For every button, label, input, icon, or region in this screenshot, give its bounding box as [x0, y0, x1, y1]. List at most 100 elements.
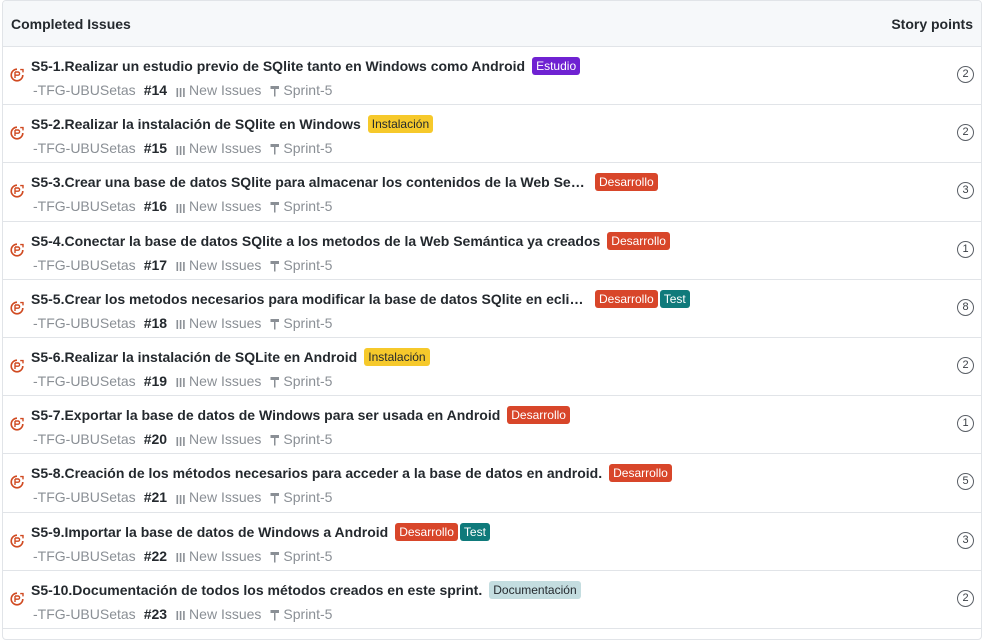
issue-row[interactable]: S5-5.Crear los metodos necesarios para m…: [3, 280, 981, 338]
issue-title-link[interactable]: S5-7.Exportar la base de datos de Window…: [31, 407, 500, 423]
issue-number[interactable]: #20: [144, 431, 167, 447]
issue-label[interactable]: Estudio: [532, 57, 581, 75]
issue-label[interactable]: Desarrollo: [607, 231, 670, 250]
issue-title-link[interactable]: S5-10.Documentación de todos los métodos…: [31, 582, 482, 598]
issue-label[interactable]: Test: [459, 522, 490, 541]
story-points-badge: 1: [957, 240, 974, 258]
issue-meta: -TFG-UBUSetas #23 New Issues Sprint-5: [33, 605, 332, 623]
issue-title-link[interactable]: S5-6.Realizar la instalación de SQLite e…: [31, 349, 357, 365]
repo-name: -TFG-UBUSetas: [33, 489, 136, 506]
repo-name: -TFG-UBUSetas: [33, 198, 136, 215]
story-points-badge: 5: [957, 473, 974, 491]
milestone-icon: [270, 142, 280, 155]
story-points-badge: 8: [957, 298, 974, 316]
closed-issue-icon: [10, 592, 24, 606]
pipeline-name: New Issues: [189, 140, 262, 157]
pipeline-name: New Issues: [189, 431, 262, 448]
issue-number[interactable]: #22: [144, 548, 167, 564]
closed-issue-icon: [10, 417, 24, 431]
issue-title-line: S5-2.Realizar la instalación de SQlite e…: [31, 114, 434, 134]
issue-number[interactable]: #15: [144, 140, 167, 156]
issue-title-link[interactable]: S5-3.Crear una base de datos SQlite para…: [31, 174, 588, 190]
milestone-icon: [270, 375, 280, 388]
issue-row[interactable]: S5-7.Exportar la base de datos de Window…: [3, 396, 981, 455]
pipeline-icon: [176, 492, 186, 504]
pipeline-name: New Issues: [189, 82, 262, 98]
repo-name: -TFG-UBUSetas: [33, 431, 136, 448]
issue-label[interactable]: Desarrollo: [395, 522, 458, 541]
milestone-icon: [270, 200, 280, 213]
closed-issue-icon: [10, 533, 24, 548]
pipeline-name: New Issues: [189, 605, 262, 622]
pipeline-icon: [176, 550, 186, 562]
repo-name: -TFG-UBUSetas: [33, 140, 136, 157]
pipeline-icon: [176, 143, 186, 155]
issue-label[interactable]: Instalación: [364, 347, 430, 366]
issue-meta: -TFG-UBUSetas #19 New Issues Sprint-5: [33, 372, 332, 390]
story-points-badge: 2: [957, 124, 974, 142]
issue-row[interactable]: S5-2.Realizar la instalación de SQlite e…: [3, 105, 981, 164]
milestone-name: Sprint-5: [283, 256, 333, 273]
completed-issues-panel: Completed Issues Story points S5-1.Reali…: [2, 0, 982, 640]
issue-row[interactable]: S5-3.Crear una base de datos SQlite para…: [3, 163, 981, 222]
issue-row[interactable]: S5-6.Realizar la instalación de SQLite e…: [3, 338, 981, 397]
issue-number[interactable]: #16: [144, 198, 167, 214]
issue-list: S5-1.Realizar un estudio previo de SQlit…: [3, 47, 981, 629]
issue-label[interactable]: Documentación: [489, 580, 581, 599]
milestone-icon: [270, 317, 280, 330]
closed-issue-icon: [10, 475, 24, 489]
issue-row[interactable]: S5-9.Importar la base de datos de Window…: [3, 513, 981, 571]
story-points-heading: Story points: [891, 15, 973, 32]
milestone-name: Sprint-5: [283, 82, 333, 98]
issue-title-line: S5-5.Crear los metodos necesarios para m…: [31, 289, 690, 309]
story-points-badge: 3: [957, 531, 974, 549]
issue-label[interactable]: Desarrollo: [595, 173, 658, 192]
issue-row[interactable]: S5-4.Conectar la base de datos SQlite a …: [3, 222, 981, 280]
issue-row[interactable]: S5-10.Documentación de todos los métodos…: [3, 571, 981, 629]
issue-title-line: S5-4.Conectar la base de datos SQlite a …: [31, 231, 670, 251]
issue-title-link[interactable]: S5-8.Creación de los métodos necesarios …: [31, 465, 602, 481]
story-points-badge: 3: [957, 182, 974, 200]
repo-name: -TFG-UBUSetas: [33, 82, 136, 98]
repo-name: -TFG-UBUSetas: [33, 314, 136, 331]
story-points-badge: 2: [957, 589, 974, 607]
issue-number[interactable]: #17: [144, 257, 167, 273]
panel-header: Completed Issues Story points: [3, 1, 981, 47]
pipeline-icon: [176, 434, 186, 446]
milestone-name: Sprint-5: [283, 431, 333, 448]
issue-meta: -TFG-UBUSetas #16 New Issues Sprint-5: [33, 197, 332, 215]
issue-title-link[interactable]: S5-9.Importar la base de datos de Window…: [31, 524, 388, 540]
milestone-name: Sprint-5: [283, 372, 333, 389]
issue-label[interactable]: Test: [659, 289, 690, 308]
issue-number[interactable]: #19: [144, 373, 167, 389]
pipeline-name: New Issues: [189, 256, 262, 273]
issue-title-link[interactable]: S5-2.Realizar la instalación de SQlite e…: [31, 116, 361, 132]
issue-number[interactable]: #18: [144, 315, 167, 331]
milestone-icon: [270, 433, 280, 446]
milestone-icon: [270, 84, 280, 97]
issue-row[interactable]: S5-8.Creación de los métodos necesarios …: [3, 454, 981, 513]
issue-title-line: S5-9.Importar la base de datos de Window…: [31, 522, 490, 542]
issue-label[interactable]: Instalación: [367, 115, 434, 134]
pipeline-name: New Issues: [189, 489, 262, 506]
closed-issue-icon: [10, 126, 24, 140]
issue-number[interactable]: #14: [144, 82, 167, 98]
issue-title-line: S5-7.Exportar la base de datos de Window…: [31, 405, 570, 425]
issue-label[interactable]: Desarrollo: [609, 464, 672, 483]
completed-issues-heading: Completed Issues: [11, 15, 131, 32]
issue-label[interactable]: Desarrollo: [595, 289, 658, 308]
issue-title-line: S5-8.Creación de los métodos necesarios …: [31, 463, 672, 483]
milestone-name: Sprint-5: [283, 605, 333, 622]
pipeline-name: New Issues: [189, 547, 262, 564]
issue-meta: -TFG-UBUSetas #15 New Issues Sprint-5: [33, 139, 332, 157]
issue-label[interactable]: Desarrollo: [507, 406, 570, 425]
issue-title-link[interactable]: S5-1.Realizar un estudio previo de SQlit…: [31, 58, 525, 74]
issue-row[interactable]: S5-1.Realizar un estudio previo de SQlit…: [3, 47, 981, 106]
issue-title-link[interactable]: S5-5.Crear los metodos necesarios para m…: [31, 291, 588, 307]
issue-number[interactable]: #21: [144, 489, 167, 505]
issue-title-line: S5-1.Realizar un estudio previo de SQlit…: [31, 56, 581, 76]
issue-number[interactable]: #23: [144, 606, 167, 622]
closed-issue-icon: [10, 184, 24, 198]
milestone-name: Sprint-5: [283, 140, 333, 157]
issue-title-link[interactable]: S5-4.Conectar la base de datos SQlite a …: [31, 233, 600, 249]
